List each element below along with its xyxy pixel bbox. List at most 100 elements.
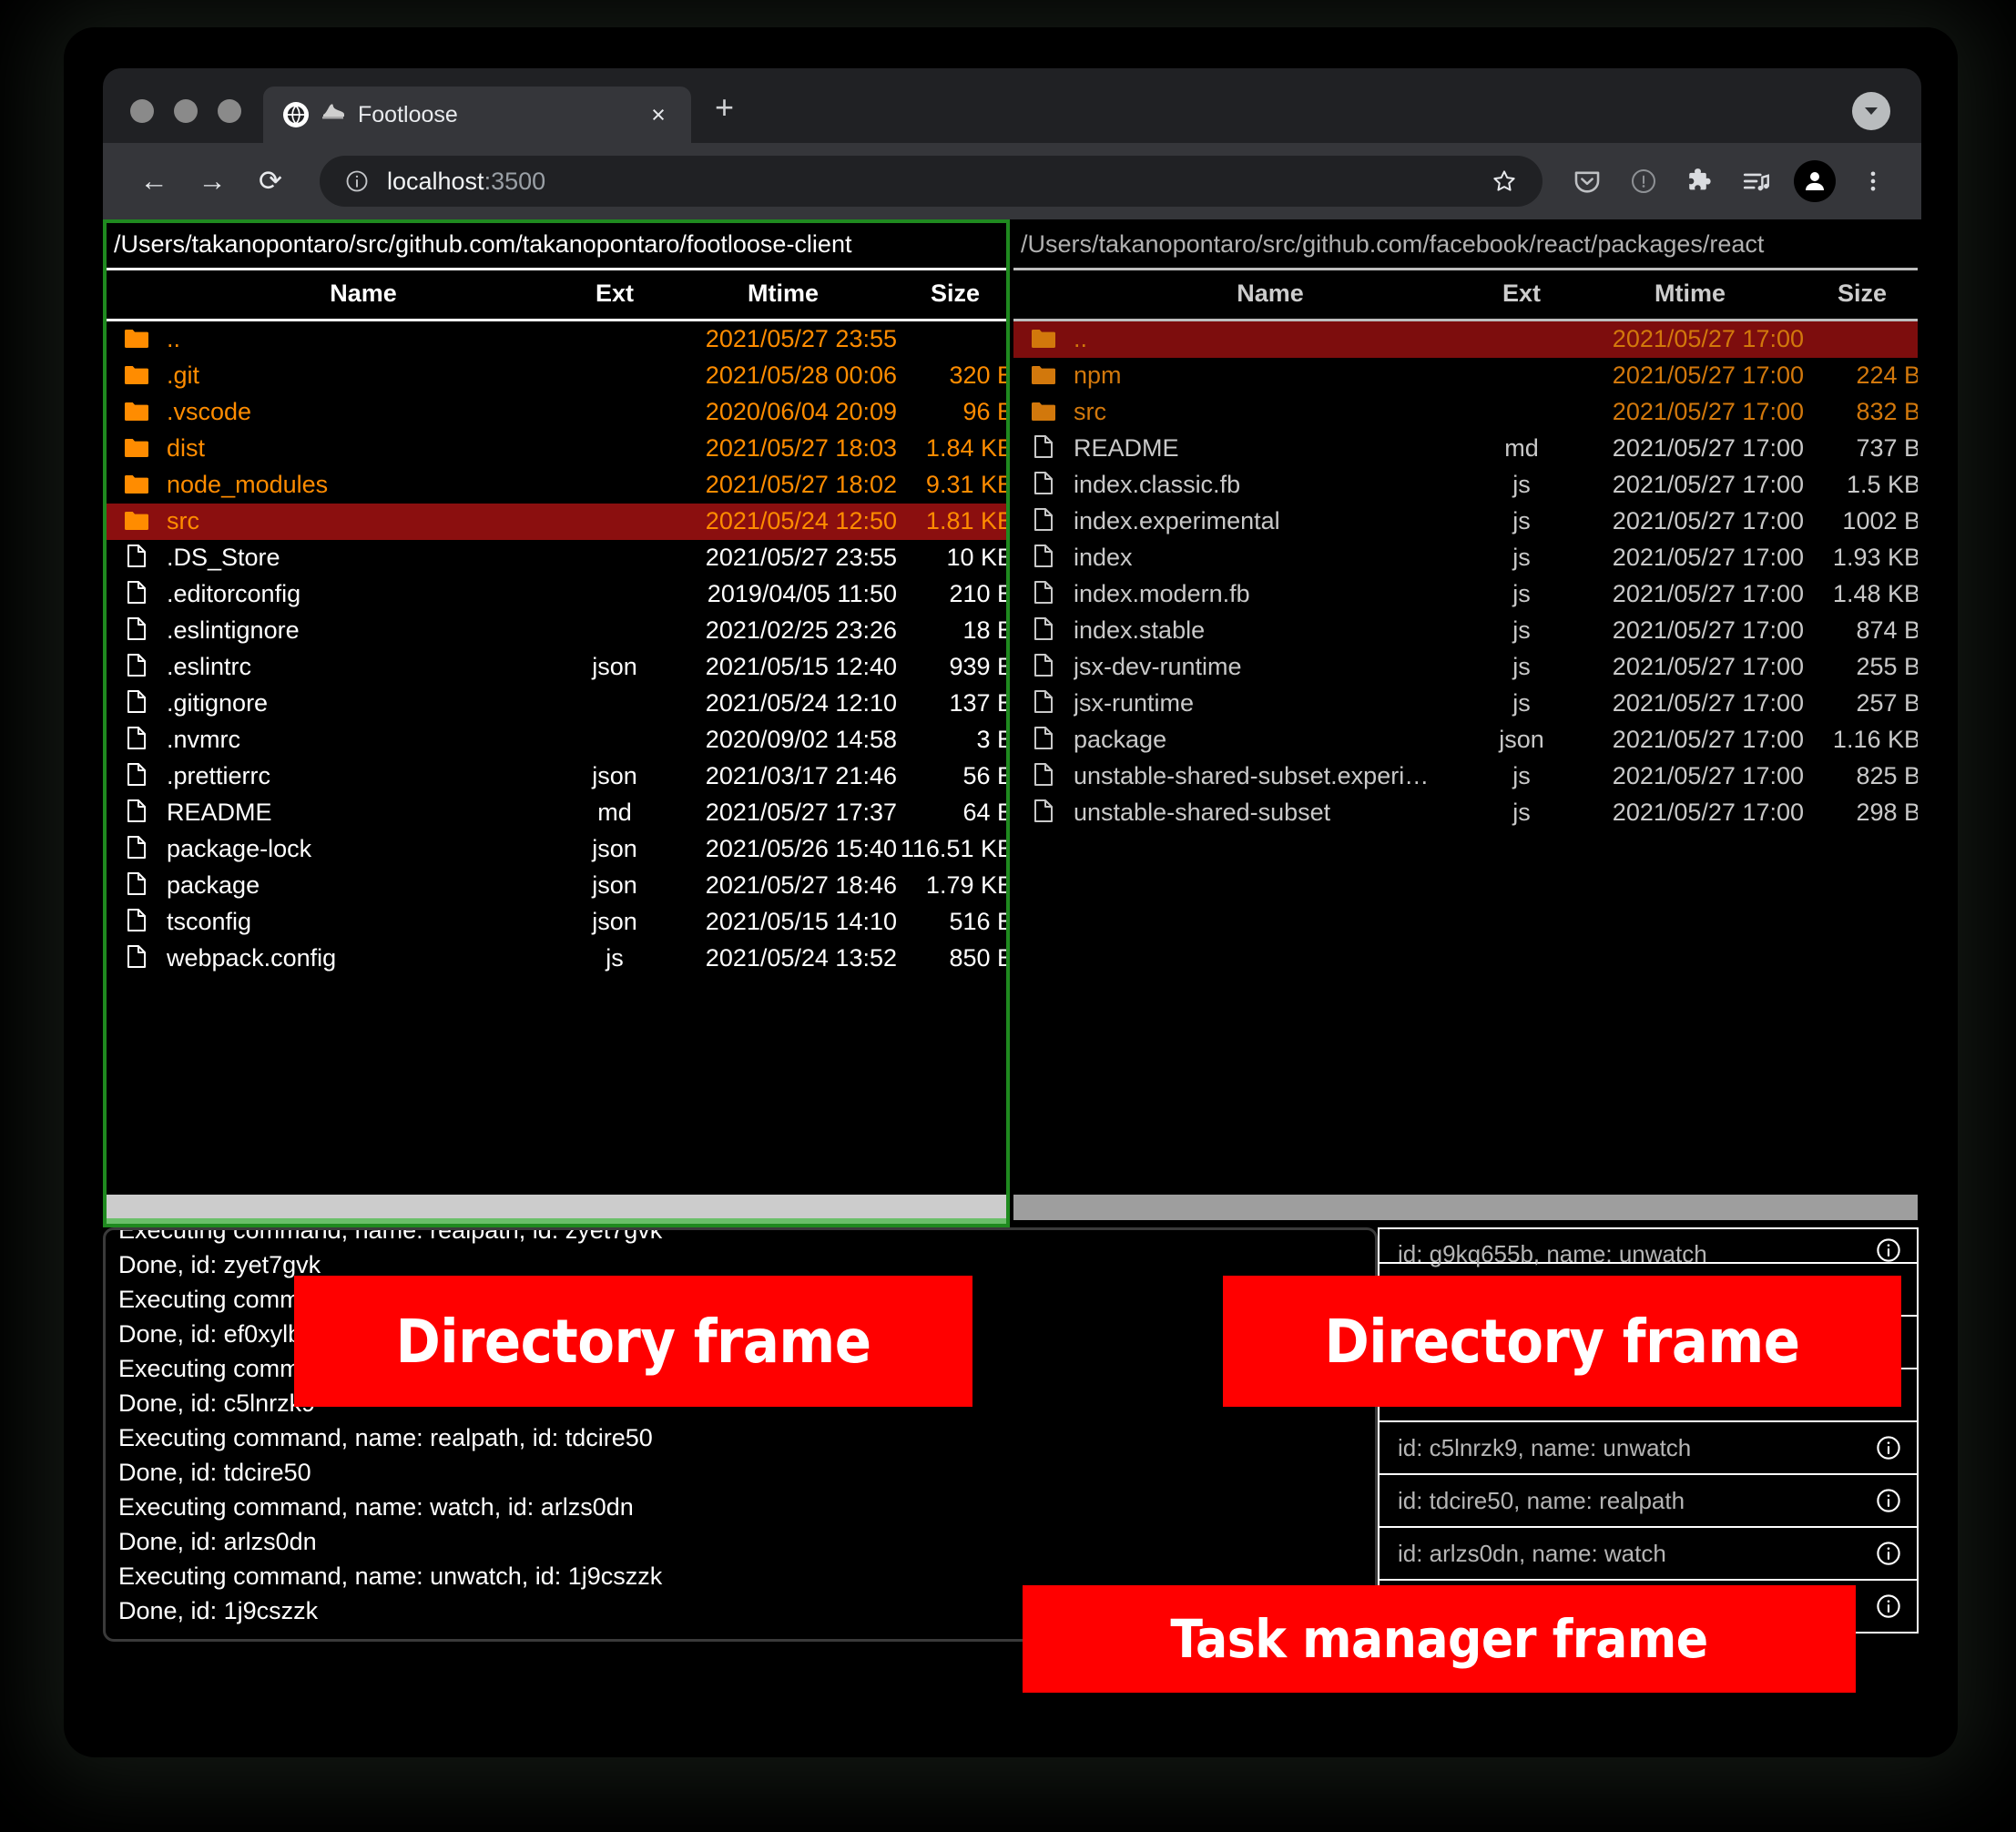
person-avatar-icon[interactable] <box>1794 160 1836 202</box>
table-row[interactable]: .prettierrcjson2021/03/17 21:4656 B <box>107 758 1006 795</box>
info-circle-icon[interactable] <box>343 168 371 195</box>
file-list-left[interactable]: Name Ext Mtime Size ..2021/05/27 23:55.g… <box>107 270 1006 1195</box>
file-ext-cell <box>1467 321 1576 359</box>
table-row[interactable]: .git2021/05/28 00:06320 B <box>107 358 1006 394</box>
file-name-cell: .nvmrc <box>167 722 560 758</box>
table-row[interactable]: index.experimentaljs2021/05/27 17:001002… <box>1013 504 1918 540</box>
pocket-icon[interactable] <box>1563 157 1612 206</box>
file-name-cell: .vscode <box>167 394 560 431</box>
table-row[interactable]: packagejson2021/05/27 18:461.79 KB <box>107 868 1006 904</box>
col-header-mtime[interactable]: Mtime <box>1576 270 1804 321</box>
info-circle-icon[interactable] <box>1873 1432 1904 1463</box>
close-window-button[interactable] <box>130 99 154 123</box>
info-circle-icon[interactable] <box>1873 1235 1904 1266</box>
task-row[interactable]: id: arlzs0dn, name: watch <box>1378 1528 1919 1581</box>
folder-icon <box>107 467 167 504</box>
maximize-window-button[interactable] <box>218 99 241 123</box>
table-row[interactable]: indexjs2021/05/27 17:001.93 KB <box>1013 540 1918 576</box>
browser-tab-title: Footloose <box>358 102 629 128</box>
table-row[interactable]: .DS_Store2021/05/27 23:5510 KB <box>107 540 1006 576</box>
file-mtime-cell: 2021/05/27 17:00 <box>1576 795 1804 831</box>
back-button[interactable]: ← <box>128 156 179 207</box>
col-header-size[interactable]: Size <box>897 270 1006 321</box>
file-ext-cell <box>560 431 669 467</box>
window-traffic-lights <box>103 99 263 143</box>
task-row[interactable]: id: g9kq655b, name: unwatch <box>1378 1227 1919 1264</box>
table-row[interactable]: index.classic.fbjs2021/05/27 17:001.5 KB <box>1013 467 1918 504</box>
playlist-music-icon[interactable] <box>1732 157 1781 206</box>
puzzle-icon[interactable] <box>1675 157 1725 206</box>
table-row[interactable]: tsconfigjson2021/05/15 14:10516 B <box>107 904 1006 941</box>
col-header-icon <box>107 270 167 321</box>
file-name-cell: README <box>167 795 560 831</box>
file-ext-cell <box>560 394 669 431</box>
col-header-ext[interactable]: Ext <box>560 270 669 321</box>
file-mtime-cell: 2021/05/27 17:00 <box>1576 321 1804 359</box>
table-row[interactable]: .gitignore2021/05/24 12:10137 B <box>107 686 1006 722</box>
file-ext-cell: json <box>560 831 669 868</box>
table-row[interactable]: READMEmd2021/05/27 17:00737 B <box>1013 431 1918 467</box>
file-name-cell: dist <box>167 431 560 467</box>
forward-button[interactable]: → <box>187 156 238 207</box>
close-tab-icon[interactable]: × <box>642 101 675 129</box>
reload-button[interactable]: ⟳ <box>245 156 296 207</box>
table-row[interactable]: .eslintrcjson2021/05/15 12:40939 B <box>107 649 1006 686</box>
annotation-directory-frame-left: Directory frame <box>294 1276 972 1407</box>
horizontal-scrollbar-left[interactable] <box>107 1195 1006 1224</box>
star-icon[interactable] <box>1481 158 1528 205</box>
table-row[interactable]: src2021/05/24 12:501.81 KB <box>107 504 1006 540</box>
folder-icon <box>107 321 167 359</box>
table-row[interactable]: unstable-shared-subset.experi…js2021/05/… <box>1013 758 1918 795</box>
table-row[interactable]: unstable-shared-subsetjs2021/05/27 17:00… <box>1013 795 1918 831</box>
table-row[interactable]: jsx-runtimejs2021/05/27 17:00257 B <box>1013 686 1918 722</box>
table-row[interactable]: .vscode2020/06/04 20:0996 B <box>107 394 1006 431</box>
file-icon <box>107 831 167 868</box>
table-row[interactable]: jsx-dev-runtimejs2021/05/27 17:00255 B <box>1013 649 1918 686</box>
col-header-mtime[interactable]: Mtime <box>669 270 897 321</box>
table-row[interactable]: webpack.configjs2021/05/24 13:52850 B <box>107 941 1006 977</box>
address-bar[interactable]: localhost:3500 <box>320 156 1543 207</box>
file-icon <box>107 868 167 904</box>
col-header-ext[interactable]: Ext <box>1467 270 1576 321</box>
file-icon <box>107 613 167 649</box>
col-header-name[interactable]: Name <box>1074 270 1467 321</box>
browser-tab-footloose[interactable]: Footloose × <box>263 87 691 143</box>
col-header-size[interactable]: Size <box>1804 270 1918 321</box>
file-icon <box>1013 613 1074 649</box>
minimize-window-button[interactable] <box>174 99 198 123</box>
directory-path-right[interactable]: /Users/takanopontaro/src/github.com/face… <box>1013 223 1918 270</box>
task-row[interactable]: id: c5lnrzk9, name: unwatch <box>1378 1422 1919 1475</box>
table-row[interactable]: packagejson2021/05/27 17:001.16 KB <box>1013 722 1918 758</box>
account-info-circle-icon[interactable] <box>1619 157 1668 206</box>
info-circle-icon[interactable] <box>1873 1485 1904 1516</box>
file-name-cell: jsx-dev-runtime <box>1074 649 1467 686</box>
table-row[interactable]: package-lockjson2021/05/26 15:40116.51 K… <box>107 831 1006 868</box>
table-row[interactable]: index.stablejs2021/05/27 17:00874 B <box>1013 613 1918 649</box>
horizontal-scrollbar-right[interactable] <box>1013 1195 1918 1224</box>
table-row[interactable]: src2021/05/27 17:00832 B <box>1013 394 1918 431</box>
file-mtime-cell: 2021/05/27 18:02 <box>669 467 897 504</box>
table-row[interactable]: READMEmd2021/05/27 17:3764 B <box>107 795 1006 831</box>
table-row[interactable]: .nvmrc2020/09/02 14:583 B <box>107 722 1006 758</box>
table-row[interactable]: node_modules2021/05/27 18:029.31 KB <box>107 467 1006 504</box>
table-row[interactable]: ..2021/05/27 17:00 <box>1013 321 1918 359</box>
chevron-down-circle-icon[interactable] <box>1852 92 1890 130</box>
table-row[interactable]: .editorconfig2019/04/05 11:50210 B <box>107 576 1006 613</box>
info-circle-icon[interactable] <box>1873 1538 1904 1569</box>
table-row[interactable]: ..2021/05/27 23:55 <box>107 321 1006 359</box>
file-list-right[interactable]: Name Ext Mtime Size ..2021/05/27 17:00np… <box>1013 270 1918 1195</box>
table-row[interactable]: .eslintignore2021/02/25 23:2618 B <box>107 613 1006 649</box>
table-row[interactable]: dist2021/05/27 18:031.84 KB <box>107 431 1006 467</box>
log-line: Done, id: arlzs0dn <box>118 1524 1375 1559</box>
new-tab-button[interactable]: + <box>691 88 758 143</box>
task-row[interactable]: id: tdcire50, name: realpath <box>1378 1475 1919 1528</box>
directory-frame-left[interactable]: /Users/takanopontaro/src/github.com/taka… <box>103 219 1010 1227</box>
info-circle-icon[interactable] <box>1873 1591 1904 1622</box>
col-header-name[interactable]: Name <box>167 270 560 321</box>
three-dot-menu-icon[interactable] <box>1848 157 1898 206</box>
directory-frame-right[interactable]: /Users/takanopontaro/src/github.com/face… <box>1010 219 1921 1227</box>
table-row[interactable]: index.modern.fbjs2021/05/27 17:001.48 KB <box>1013 576 1918 613</box>
table-row[interactable]: npm2021/05/27 17:00224 B <box>1013 358 1918 394</box>
directory-path-left[interactable]: /Users/takanopontaro/src/github.com/taka… <box>107 223 1006 270</box>
file-mtime-cell: 2021/05/27 17:00 <box>1576 431 1804 467</box>
